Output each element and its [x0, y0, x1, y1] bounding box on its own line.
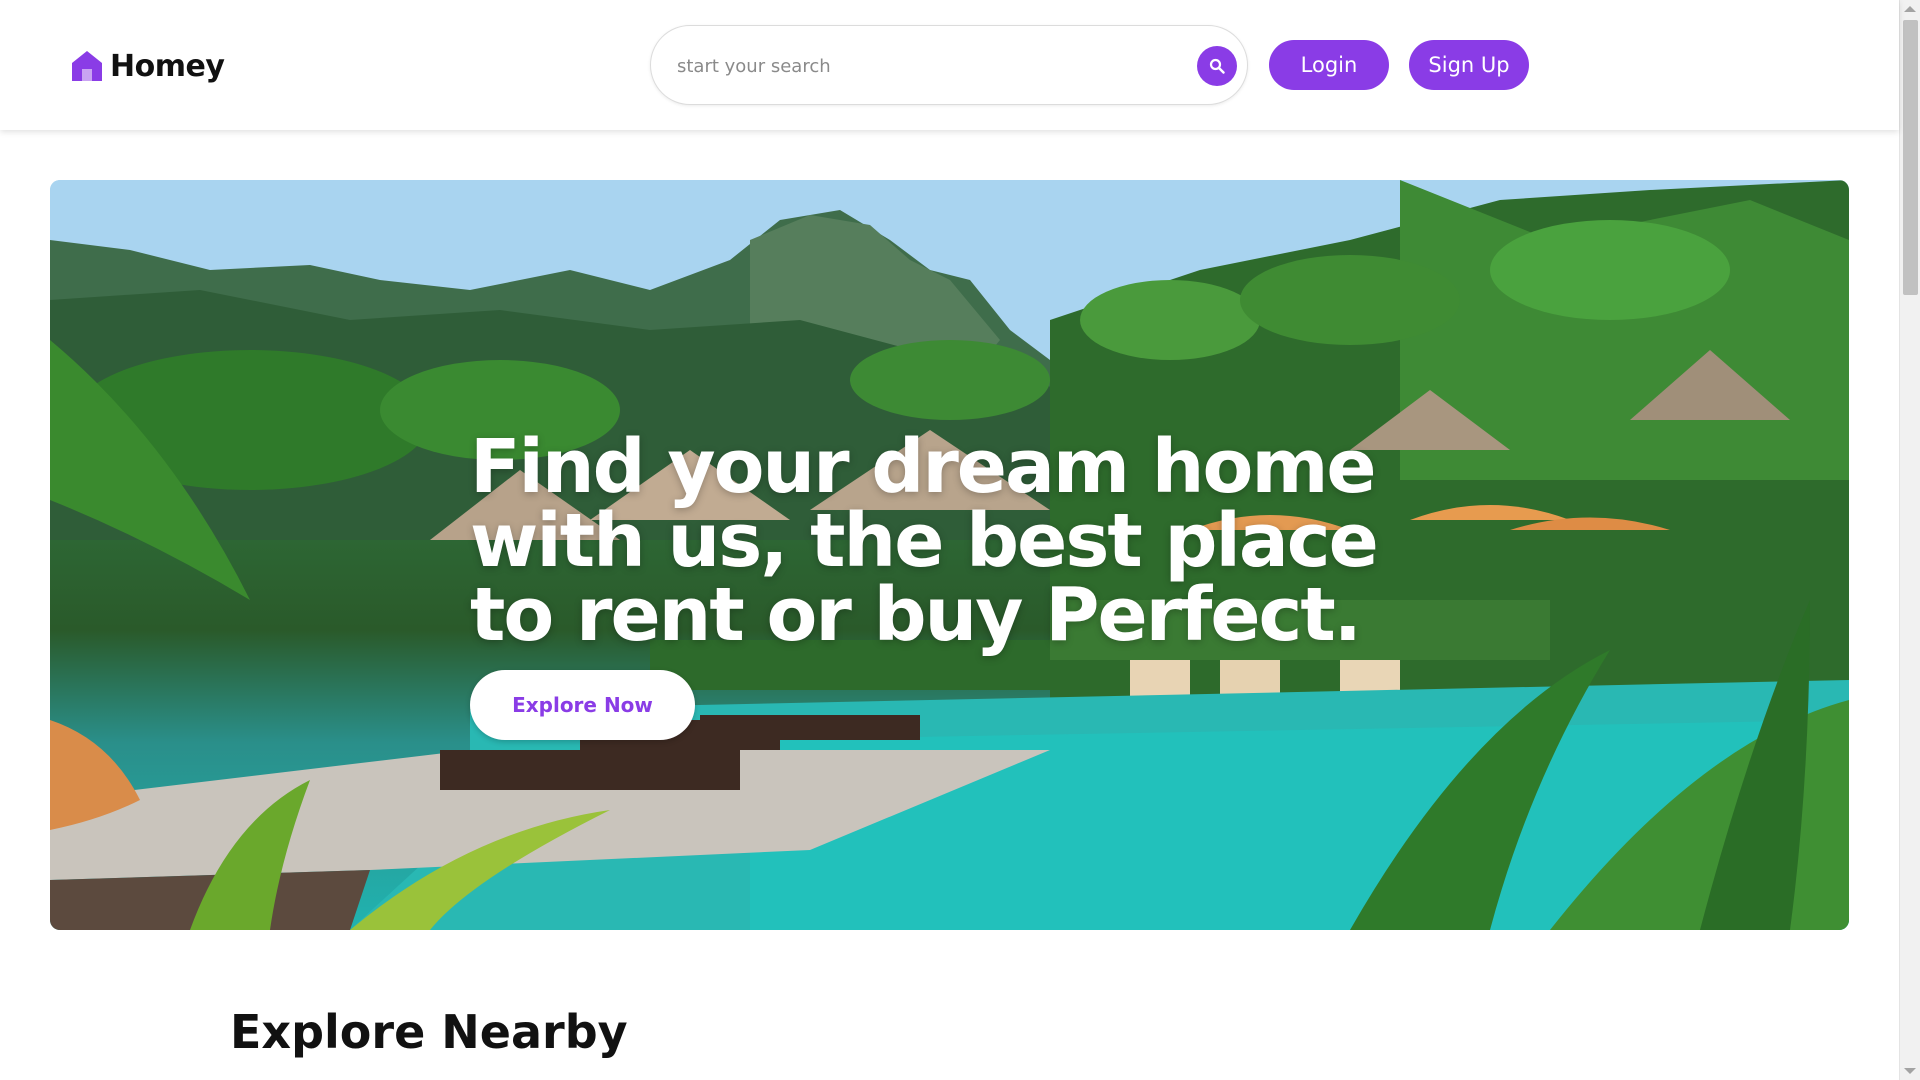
- hero-title: Find your dream home with us, the best p…: [470, 424, 1379, 658]
- signup-button[interactable]: Sign Up: [1409, 40, 1529, 90]
- search-icon: [1209, 58, 1225, 74]
- search-bar: [650, 25, 1248, 105]
- scroll-up-arrow-icon[interactable]: [1904, 6, 1916, 12]
- page: Homey Login Sign Up: [0, 0, 1920, 1080]
- explore-now-button[interactable]: Explore Now: [470, 670, 695, 740]
- top-header: Homey Login Sign Up: [0, 0, 1899, 130]
- scroll-down-arrow-icon[interactable]: [1904, 1068, 1916, 1074]
- explore-nearby-heading: Explore Nearby: [230, 1005, 628, 1059]
- search-button[interactable]: [1197, 46, 1237, 86]
- hero-banner: Find your dream home with us, the best p…: [50, 180, 1849, 930]
- house-logo-icon: [72, 51, 102, 81]
- vertical-scrollbar[interactable]: [1899, 0, 1920, 1080]
- logo[interactable]: Homey: [70, 44, 225, 88]
- login-button[interactable]: Login: [1269, 40, 1389, 90]
- search-input[interactable]: [677, 48, 1157, 84]
- scrollbar-thumb[interactable]: [1903, 20, 1918, 295]
- brand-name: Homey: [110, 48, 225, 84]
